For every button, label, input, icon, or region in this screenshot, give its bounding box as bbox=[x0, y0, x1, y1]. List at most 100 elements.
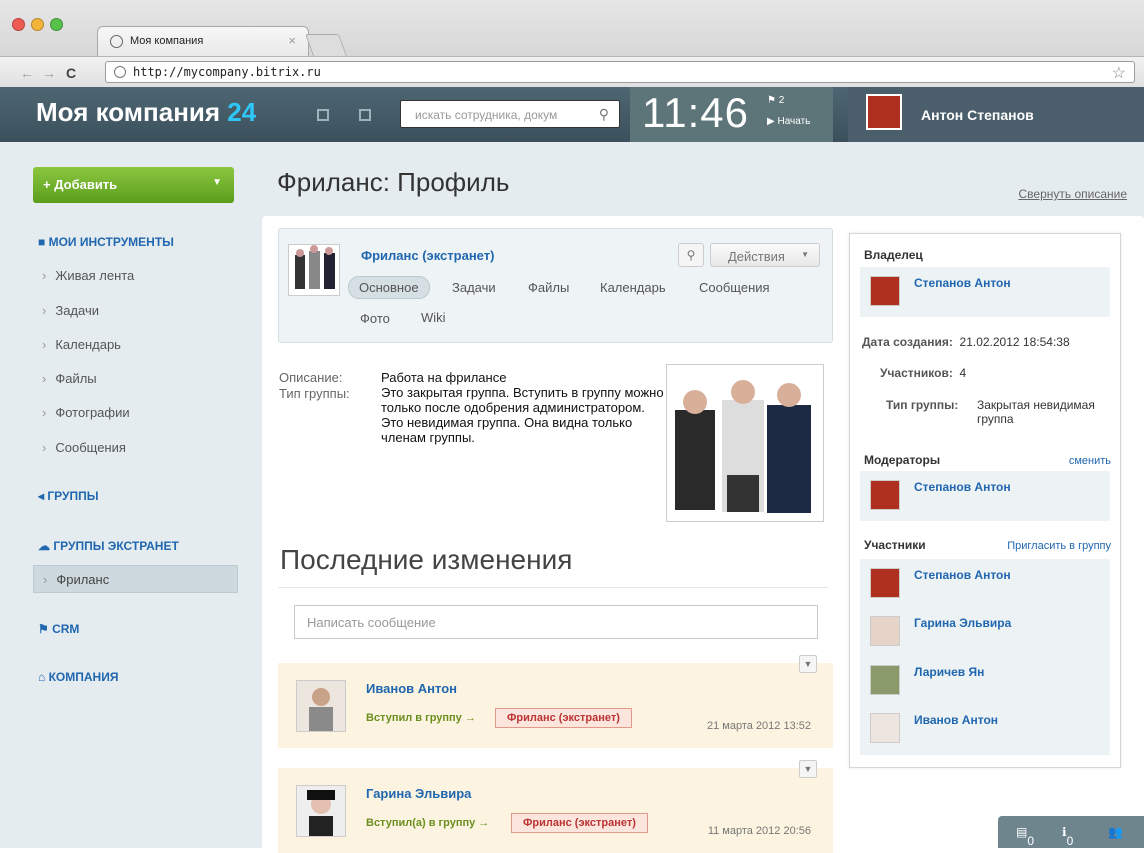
tab-files[interactable]: Файлы bbox=[528, 280, 569, 295]
reload-icon[interactable]: C bbox=[66, 65, 76, 81]
description-label: Описание: bbox=[279, 370, 343, 385]
actions-dropdown[interactable]: Действия ▼ bbox=[710, 243, 820, 267]
group-photo-image bbox=[675, 380, 811, 513]
tab-main[interactable]: Основное bbox=[348, 276, 430, 299]
created-value: 21.02.2012 18:54:38 bbox=[959, 335, 1070, 349]
feed-action: Вступил в группу → bbox=[366, 712, 476, 724]
participant-name-link[interactable]: Ларичев Ян bbox=[914, 665, 984, 679]
chevron-down-icon: ▼ bbox=[801, 250, 809, 259]
close-window-button[interactable] bbox=[12, 18, 25, 31]
recent-changes-heading: Последние изменения bbox=[280, 544, 573, 575]
info-icon[interactable] bbox=[359, 109, 371, 121]
chevron-down-icon[interactable]: ▼ bbox=[799, 760, 817, 778]
menu-item-feed[interactable]: Живая лента bbox=[42, 268, 134, 283]
group-name-link[interactable]: Фриланс (экстранет) bbox=[361, 248, 494, 263]
tab-wiki[interactable]: Wiki bbox=[421, 310, 446, 325]
feed-group-link[interactable]: Фриланс (экстранет) bbox=[511, 813, 648, 833]
menu-item-calendar[interactable]: Календарь bbox=[42, 337, 121, 352]
search-input[interactable]: искать сотрудника, докум ⚲ bbox=[400, 100, 620, 128]
menu-item-messages[interactable]: Сообщения bbox=[42, 440, 126, 455]
menu-item-label: Фриланс bbox=[43, 572, 109, 587]
browser-toolbar: ← → C http://mycompany.bitrix.ru ☆ bbox=[0, 56, 1144, 87]
participant-avatar bbox=[870, 665, 900, 695]
notices-counter[interactable]: ℹ 0 bbox=[1062, 825, 1073, 848]
section-company[interactable]: ⌂ КОМПАНИЯ bbox=[38, 670, 118, 684]
moderators-heading: Модераторы bbox=[864, 453, 941, 467]
menu-item-files[interactable]: Файлы bbox=[42, 371, 96, 386]
change-moderators-link[interactable]: сменить bbox=[1069, 455, 1111, 467]
created-label: Дата создания: bbox=[862, 335, 953, 349]
participant-name-link[interactable]: Гарина Эльвира bbox=[914, 616, 1011, 630]
close-tab-icon[interactable]: × bbox=[288, 33, 296, 48]
flag-count: 2 bbox=[778, 95, 785, 106]
message-placeholder: Написать сообщение bbox=[307, 615, 436, 630]
zoom-window-button[interactable] bbox=[50, 18, 63, 31]
bottom-toolbar: ▤ 0 ℹ 0 👥 bbox=[998, 816, 1144, 848]
minimize-window-button[interactable] bbox=[31, 18, 44, 31]
messages-counter[interactable]: ▤ 0 bbox=[1016, 825, 1034, 848]
feed-date: 11 марта 2012 20:56 bbox=[707, 825, 811, 837]
menu-item-freelance[interactable]: Фриланс bbox=[33, 565, 238, 593]
tab-tasks[interactable]: Задачи bbox=[452, 280, 496, 295]
chevron-down-icon[interactable]: ▼ bbox=[799, 655, 817, 673]
group-card: Фриланс (экстранет) ⚲ Действия ▼ Основное… bbox=[278, 228, 833, 343]
moderator-name-link[interactable]: Степанов Антон bbox=[914, 480, 1011, 494]
new-tab-button[interactable] bbox=[304, 34, 348, 56]
section-my-tools[interactable]: ■ МОИ ИНСТРУМЕНТЫ bbox=[38, 235, 174, 249]
invite-link[interactable]: Пригласить в группу bbox=[1007, 540, 1111, 552]
participant-name-link[interactable]: Степанов Антон bbox=[914, 568, 1011, 582]
participant-name-link[interactable]: Иванов Антон bbox=[914, 713, 998, 727]
search-placeholder: искать сотрудника, докум bbox=[415, 108, 558, 122]
section-extranet[interactable]: ☁ ГРУППЫ ЭКСТРАНЕТ bbox=[38, 539, 179, 553]
owner-avatar bbox=[870, 276, 900, 306]
owner-heading: Владелец bbox=[864, 248, 923, 262]
back-arrow-icon[interactable]: ← bbox=[20, 65, 34, 81]
search-icon[interactable]: ⚲ bbox=[678, 243, 704, 267]
users-icon[interactable]: 👥 bbox=[1108, 825, 1123, 839]
feed-group-link[interactable]: Фриланс (экстранет) bbox=[495, 708, 632, 728]
address-bar[interactable]: http://mycompany.bitrix.ru ☆ bbox=[105, 61, 1135, 83]
actions-label: Действия bbox=[728, 249, 785, 264]
work-time-widget[interactable]: 11:46 ⚑ 2 ▶ Начать bbox=[630, 87, 833, 142]
created-row: Дата создания: 21.02.2012 18:54:38 bbox=[862, 335, 1070, 349]
owner-name-link[interactable]: Степанов Антон bbox=[914, 276, 1011, 290]
clock: 11:46 bbox=[642, 89, 749, 136]
tab-photos[interactable]: Фото bbox=[360, 311, 390, 326]
section-crm[interactable]: ⚑ CRM bbox=[38, 622, 79, 636]
feed-avatar-image bbox=[297, 681, 345, 731]
bookmark-star-icon[interactable]: ☆ bbox=[1112, 63, 1126, 83]
user-menu[interactable]: Антон Степанов bbox=[848, 87, 1144, 142]
section-label: ГРУППЫ bbox=[47, 489, 99, 503]
messages-icon[interactable] bbox=[317, 109, 329, 121]
add-button[interactable]: + Добавить ▼ bbox=[33, 167, 234, 203]
message-input[interactable]: Написать сообщение bbox=[294, 605, 818, 639]
feed-avatar bbox=[296, 680, 346, 732]
section-groups[interactable]: ◂ ГРУППЫ bbox=[38, 489, 98, 503]
moderator-row: Степанов Антон bbox=[860, 471, 1110, 521]
menu-item-photos[interactable]: Фотографии bbox=[42, 405, 129, 420]
menu-item-tasks[interactable]: Задачи bbox=[42, 303, 99, 318]
start-button[interactable]: ▶ Начать bbox=[767, 116, 810, 127]
collapse-description-link[interactable]: Свернуть описание bbox=[1018, 187, 1127, 201]
browser-tab[interactable]: Моя компания × bbox=[97, 26, 309, 56]
section-label: КОМПАНИЯ bbox=[48, 670, 119, 684]
owner-row: Степанов Антон bbox=[860, 267, 1110, 317]
moderator-avatar bbox=[870, 480, 900, 510]
feed-item: ▼ Гарина Эльвира Вступил(а) в группу → Ф… bbox=[278, 760, 833, 853]
globe-icon bbox=[114, 66, 126, 78]
participant-avatar bbox=[870, 713, 900, 743]
forward-arrow-icon[interactable]: → bbox=[42, 65, 56, 81]
members-label: Участников: bbox=[880, 366, 953, 380]
feed-author-link[interactable]: Гарина Эльвира bbox=[366, 786, 471, 801]
feed-author-link[interactable]: Иванов Антон bbox=[366, 681, 457, 696]
user-name: Антон Степанов bbox=[921, 107, 1034, 123]
flag-counter[interactable]: ⚑ 2 bbox=[767, 95, 784, 106]
tab-messages[interactable]: Сообщения bbox=[699, 280, 770, 295]
site-logo[interactable]: Моя компания 24 bbox=[36, 97, 256, 128]
search-icon[interactable]: ⚲ bbox=[599, 106, 609, 123]
feed-avatar bbox=[296, 785, 346, 837]
url-text: http://mycompany.bitrix.ru bbox=[133, 65, 321, 79]
tab-calendar[interactable]: Календарь bbox=[600, 280, 666, 295]
add-button-label: + Добавить bbox=[43, 177, 118, 192]
divider bbox=[278, 587, 828, 588]
